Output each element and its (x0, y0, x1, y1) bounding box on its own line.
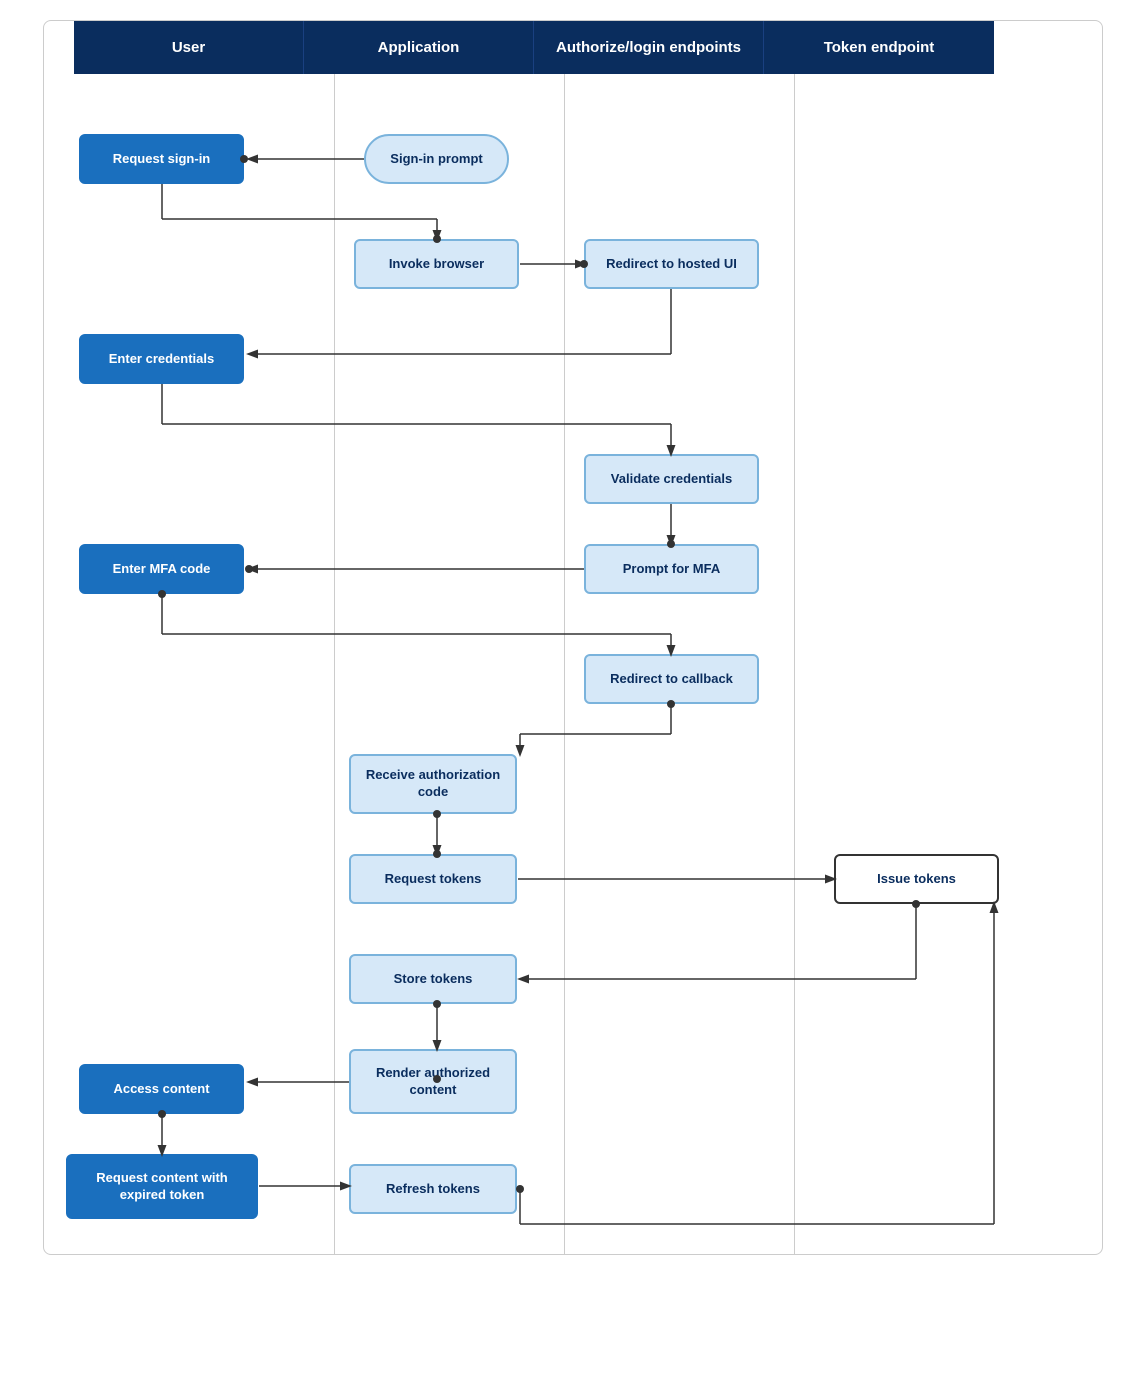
header-application: Application (304, 21, 534, 74)
diagram-container: User Application Authorize/login endpoin… (43, 20, 1103, 1255)
box-request-expired: Request content with expired token (66, 1154, 258, 1219)
header-user: User (74, 21, 304, 74)
box-validate-credentials: Validate credentials (584, 454, 759, 504)
box-render-authorized: Render authorized content (349, 1049, 517, 1114)
box-prompt-mfa: Prompt for MFA (584, 544, 759, 594)
box-refresh-tokens: Refresh tokens (349, 1164, 517, 1214)
box-invoke-browser: Invoke browser (354, 239, 519, 289)
header-token: Token endpoint (764, 21, 994, 74)
box-store-tokens: Store tokens (349, 954, 517, 1004)
box-receive-auth-code: Receive authorization code (349, 754, 517, 814)
box-redirect-hosted: Redirect to hosted UI (584, 239, 759, 289)
box-signin-prompt: Sign-in prompt (364, 134, 509, 184)
header-authorize: Authorize/login endpoints (534, 21, 764, 74)
box-issue-tokens: Issue tokens (834, 854, 999, 904)
header-row: User Application Authorize/login endpoin… (74, 21, 1072, 74)
box-access-content: Access content (79, 1064, 244, 1114)
box-redirect-callback: Redirect to callback (584, 654, 759, 704)
box-request-signin: Request sign-in (79, 134, 244, 184)
box-enter-mfa: Enter MFA code (79, 544, 244, 594)
box-enter-credentials: Enter credentials (79, 334, 244, 384)
box-request-tokens: Request tokens (349, 854, 517, 904)
